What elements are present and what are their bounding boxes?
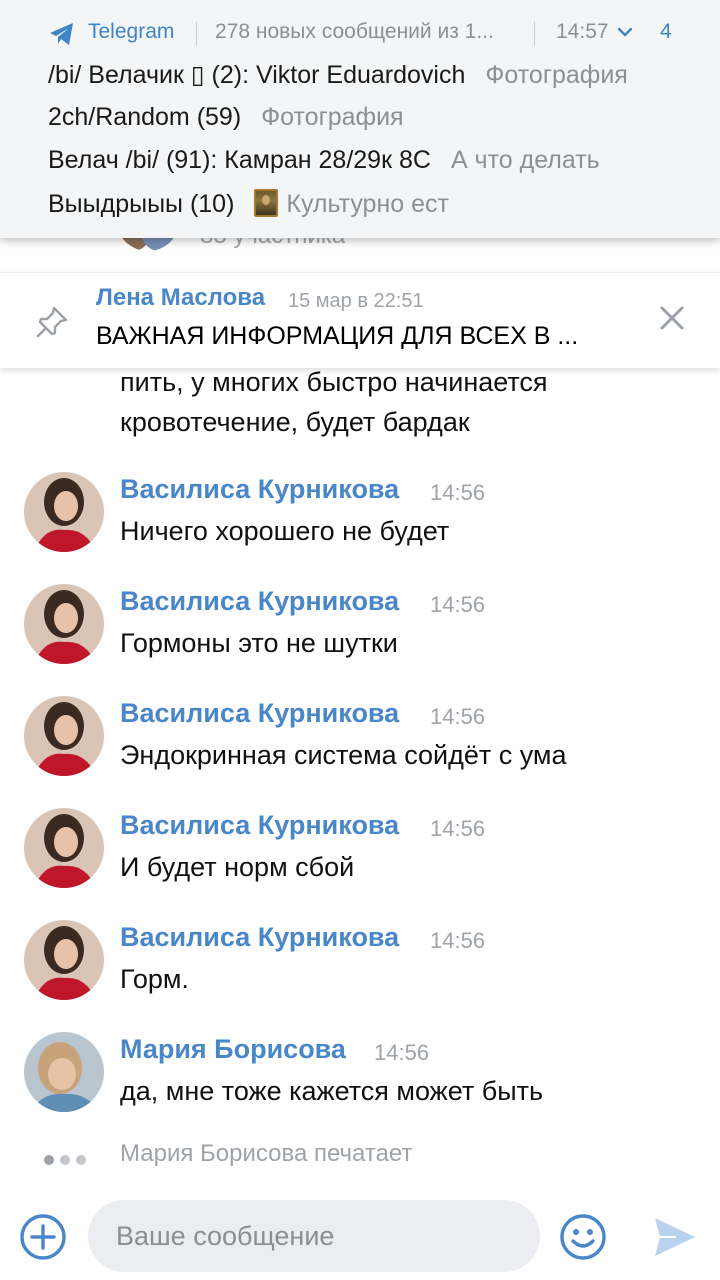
notification-time: 14:57 <box>556 20 609 43</box>
message-author[interactable]: Василиса Курникова <box>120 810 399 841</box>
avatar[interactable] <box>24 584 104 664</box>
app-name: Telegram <box>88 20 175 43</box>
notification-title: Велач /bi/ (91): Камран 28/29к 8С <box>48 146 431 174</box>
message-text: да, мне тоже кажется может быть <box>120 1076 544 1106</box>
notification-title: /bi/ Велачик ▯ (2): Viktor Eduardovich <box>48 61 466 89</box>
message-author[interactable]: Мария Борисова <box>120 1034 346 1065</box>
pinned-date: 15 мар в 22:51 <box>288 290 424 312</box>
message-time: 14:56 <box>374 1040 430 1065</box>
emoji-icon[interactable] <box>558 1212 608 1262</box>
avatar[interactable] <box>24 696 104 776</box>
pinned-text: ВАЖНАЯ ИНФОРМАЦИЯ ДЛЯ ВСЕХ В ... <box>96 322 579 350</box>
divider <box>534 22 535 46</box>
notification-preview-wrap: Культурно ест <box>254 189 449 218</box>
divider <box>196 22 197 46</box>
telegram-icon <box>50 23 73 45</box>
typing-dots-icon <box>44 1152 92 1170</box>
typing-text: Мария Борисова печатает <box>120 1140 413 1167</box>
painting-emoji-icon <box>254 189 279 217</box>
message-input[interactable] <box>116 1200 516 1272</box>
message-item[interactable]: Мария Борисова 14:56 да, мне тоже кажетс… <box>0 1032 720 1132</box>
send-icon[interactable] <box>652 1214 698 1260</box>
add-attachment-icon[interactable] <box>18 1212 68 1262</box>
message-author[interactable]: Василиса Курникова <box>120 922 399 953</box>
message-time: 14:56 <box>430 816 486 841</box>
message-composer <box>0 1190 720 1280</box>
notification-preview: Фотография <box>261 103 404 131</box>
message-item[interactable]: Василиса Курникова 14:56 И будет норм сб… <box>0 808 720 908</box>
notification-preview: Культурно ест <box>286 190 449 218</box>
message-text: Горм. <box>120 964 189 994</box>
notification-row[interactable]: Выыдрыыы (10) Культурно ест <box>48 189 449 219</box>
notification-row[interactable]: Велач /bi/ (91): Камран 28/29к 8С А что д… <box>48 146 600 175</box>
notification-count: 4 <box>660 20 672 43</box>
message-text: Гормоны это не шутки <box>120 628 398 658</box>
message-item[interactable]: Василиса Курникова 14:56 Эндокринная сис… <box>0 696 720 796</box>
notification-row[interactable]: 2ch/Random (59) Фотография <box>48 103 404 132</box>
notification-preview: А что делать <box>450 146 600 174</box>
notification-header: Telegram 278 новых сообщений из 1... 14:… <box>0 18 720 48</box>
notification-title: 2ch/Random (59) <box>48 103 242 131</box>
notification-preview: Фотография <box>485 61 628 89</box>
chevron-down-icon[interactable] <box>617 26 633 38</box>
message-item[interactable]: Василиса Курникова 14:56 Гормоны это не … <box>0 584 720 684</box>
message-time: 14:56 <box>430 928 486 953</box>
message-author[interactable]: Василиса Курникова <box>120 474 399 505</box>
message-text: Эндокринная система сойдёт с ума <box>120 740 567 770</box>
message-time: 14:56 <box>430 592 486 617</box>
avatar[interactable] <box>24 472 104 552</box>
pin-icon <box>36 306 68 338</box>
typing-indicator: Мария Борисова печатает <box>0 1138 720 1174</box>
avatar[interactable] <box>24 808 104 888</box>
message-item[interactable]: Василиса Курникова 14:56 Горм. <box>0 920 720 1020</box>
notification-title: Выыдрыыы (10) <box>48 190 235 218</box>
message-item[interactable]: Василиса Курникова 14:56 Ничего хорошего… <box>0 472 720 572</box>
message-author[interactable]: Василиса Курникова <box>120 586 399 617</box>
message-text: Ничего хорошего не будет <box>120 516 450 546</box>
message-time: 14:56 <box>430 480 486 505</box>
notification-summary: 278 новых сообщений из 1... <box>215 20 494 43</box>
avatar[interactable] <box>24 1032 104 1112</box>
message-time: 14:56 <box>430 704 486 729</box>
message-continuation: пить, у многих быстро начинается кровоте… <box>120 367 548 437</box>
message-field-container <box>88 1200 540 1272</box>
message-text: И будет норм сбой <box>120 852 355 882</box>
pinned-author: Лена Маслова <box>96 284 266 311</box>
notification-panel[interactable]: Telegram 278 новых сообщений из 1... 14:… <box>0 0 720 238</box>
notification-row[interactable]: /bi/ Велачик ▯ (2): Viktor Eduardovich Фо… <box>48 60 628 90</box>
close-icon[interactable] <box>656 302 688 334</box>
message-author[interactable]: Василиса Курникова <box>120 698 399 729</box>
avatar[interactable] <box>24 920 104 1000</box>
